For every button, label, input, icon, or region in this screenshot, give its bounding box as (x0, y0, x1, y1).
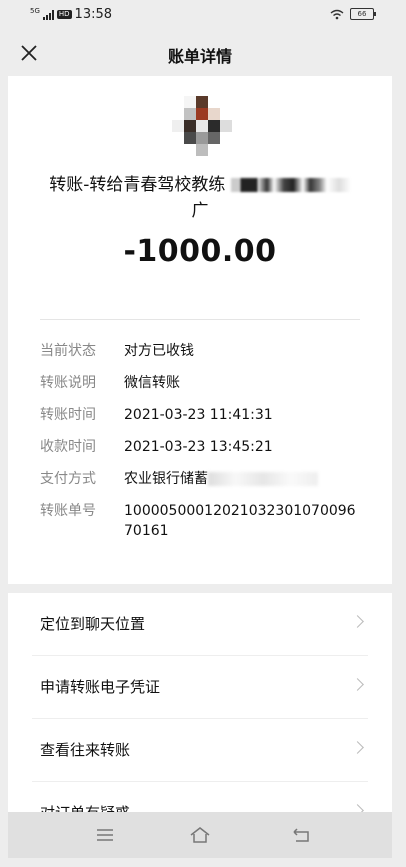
chevron-right-icon (351, 678, 364, 691)
wifi-icon (330, 9, 344, 19)
detail-row: 转账说明 微信转账 (40, 373, 370, 393)
detail-key: 收款时间 (40, 439, 96, 455)
detail-value: 微信转账 (124, 375, 180, 391)
screen: 5G HD 13:58 66 账单详情 转账-转给青春驾校教练 广 -1000.… (8, 0, 392, 867)
hd-badge: HD (56, 10, 72, 19)
menu-item-locate-chat[interactable]: 定位到聊天位置 (32, 593, 368, 656)
payee-line1: 转账-转给青春驾校教练 (49, 175, 226, 195)
detail-value: 2021-03-23 13:45:21 (124, 439, 273, 455)
detail-value: 农业银行储蓄 (124, 469, 360, 489)
detail-value: 对方已收钱 (124, 343, 194, 359)
back-icon[interactable] (290, 824, 312, 846)
detail-key: 转账说明 (40, 375, 96, 391)
payee-name: 转账-转给青春驾校教练 广 (8, 172, 392, 224)
divider (40, 319, 360, 320)
bill-detail-card: 转账-转给青春驾校教练 广 -1000.00 当前状态 对方已收钱 转账说明 微… (8, 76, 392, 584)
action-menu: 定位到聊天位置 申请转账电子凭证 查看往来转账 对订单有疑惑 (8, 593, 392, 845)
network-type: 5G (30, 6, 40, 15)
chevron-right-icon (351, 741, 364, 754)
status-time: 13:58 (74, 7, 113, 22)
menu-item-view-transfers[interactable]: 查看往来转账 (32, 719, 368, 782)
page-title: 账单详情 (167, 47, 232, 66)
detail-row: 当前状态 对方已收钱 (40, 341, 370, 361)
amount: -1000.00 (123, 234, 277, 269)
redacted-mask (208, 472, 318, 486)
avatar (172, 96, 232, 156)
transfer-number[interactable]: 1000050001202103230107009670161 (124, 501, 360, 541)
detail-key: 转账单号 (40, 503, 96, 519)
detail-row: 收款时间 2021-03-23 13:45:21 (40, 437, 370, 457)
system-nav-bar (8, 812, 392, 858)
menu-item-label: 申请转账电子凭证 (40, 678, 161, 696)
detail-row: 支付方式 农业银行储蓄 (40, 469, 370, 489)
battery-level: 66 (357, 10, 367, 18)
battery-icon: 66 (350, 8, 376, 20)
menu-item-label: 查看往来转账 (40, 741, 131, 759)
menu-item-label: 定位到聊天位置 (40, 615, 146, 633)
signal-icon (42, 9, 54, 20)
home-icon[interactable] (189, 824, 211, 846)
detail-key: 支付方式 (40, 471, 96, 487)
payee-line2: 广 (191, 201, 209, 221)
detail-key: 转账时间 (40, 407, 96, 423)
detail-value: 2021-03-23 11:41:31 (124, 407, 273, 423)
detail-list: 当前状态 对方已收钱 转账说明 微信转账 转账时间 2021-03-23 11:… (40, 341, 370, 553)
detail-row: 转账单号 1000050001202103230107009670161 (40, 501, 370, 541)
top-bar: 账单详情 (8, 30, 392, 76)
payment-method: 农业银行储蓄 (124, 471, 208, 487)
redacted-mask (230, 178, 351, 192)
menu-icon[interactable] (94, 824, 116, 846)
detail-key: 当前状态 (40, 343, 96, 359)
detail-row: 转账时间 2021-03-23 11:41:31 (40, 405, 370, 425)
status-bar: 5G HD 13:58 66 (8, 0, 392, 30)
chevron-right-icon (351, 615, 364, 628)
menu-item-apply-voucher[interactable]: 申请转账电子凭证 (32, 656, 368, 719)
